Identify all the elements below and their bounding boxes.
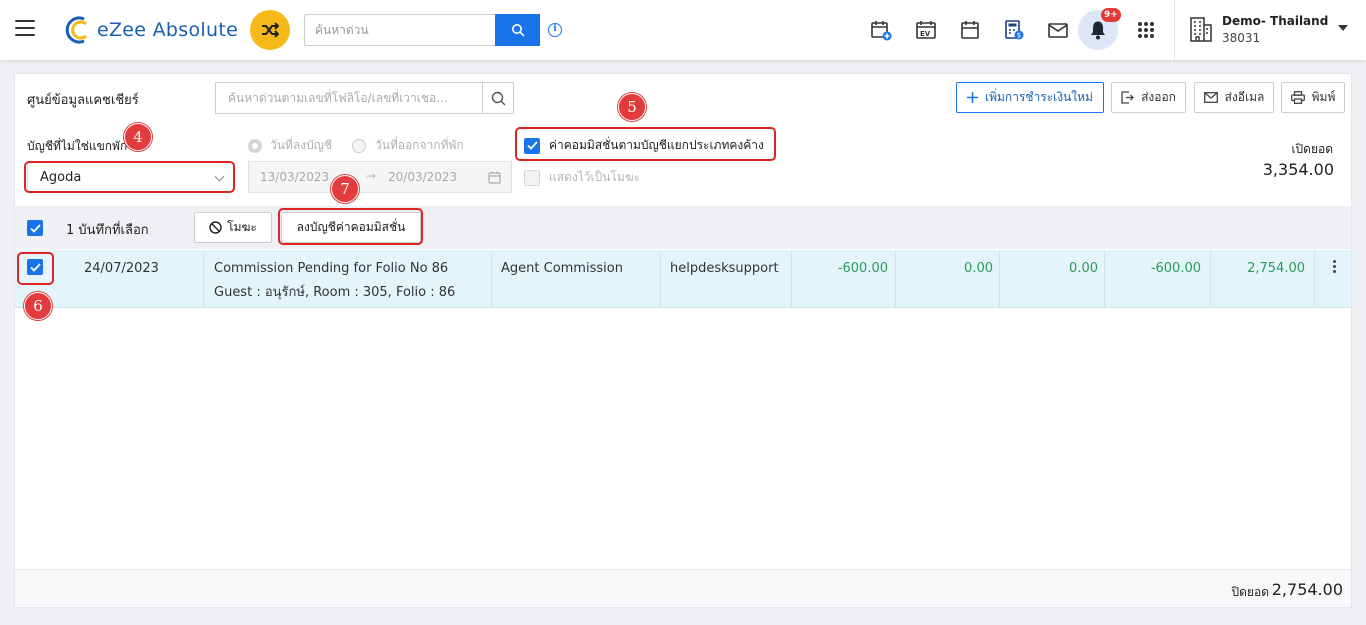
quick-search-button[interactable] [495,14,540,46]
column-divider [1104,250,1105,307]
calendar-icon[interactable] [958,18,982,42]
ban-icon [209,221,222,234]
row-date: 24/07/2023 [84,261,159,276]
highlight-commission-checkbox [515,127,776,161]
annotation-badge-4: 4 [124,123,152,151]
add-payment-label: เพิ่มการชำระเงินใหม่ [985,90,1093,104]
mail-icon[interactable] [1046,18,1070,42]
menu-icon[interactable] [15,20,35,36]
search-icon [491,91,505,105]
arrow-right-icon: → [366,169,377,183]
closing-balance-label: ปิดยอด [1231,585,1269,599]
page-title: ศูนย์ข้อมูลแคชเชียร์ [27,93,139,108]
svg-text:$: $ [1017,32,1021,40]
opening-balance-label: เปิดยอด [1291,142,1333,156]
app-logo[interactable]: eZee Absolute [64,14,238,46]
row-description: Commission Pending for Folio No 86 [214,261,449,276]
select-all-checkbox[interactable] [27,220,43,236]
annotation-badge-6: 6 [24,292,52,320]
header-divider [1174,0,1175,60]
calendar-add-icon[interactable] [869,18,893,42]
row-balance: 2,754.00 [1247,261,1305,276]
row-type: Agent Commission [501,261,623,276]
calendar-icon [488,171,501,184]
shuffle-icon [262,22,279,38]
column-divider [791,250,792,307]
radio-checkout-date[interactable]: วันที่ออกจากที่พัก [352,136,464,155]
export-button[interactable]: ส่งออก [1111,82,1186,113]
annotation-badge-7: 7 [331,175,359,203]
ezee-logo-icon [65,16,87,44]
search-icon [511,24,525,37]
selection-bar: 1 บันทึกที่เลือก โมฆะ ลงบัญชีค่าคอมมิสชั… [15,206,1351,249]
date-from: 13/03/2023 [260,170,330,184]
highlight-row-checkbox [17,252,54,285]
apps-grid-icon[interactable] [1134,18,1158,42]
quick-search-input[interactable] [304,14,496,46]
column-divider [999,250,1000,307]
hotel-selector[interactable]: Demo- Thailand 38031 [1188,12,1358,48]
printer-icon [1290,91,1305,104]
radio-checkout-date-label: วันที่ออกจากที่พัก [375,138,464,152]
highlight-post-commission [278,208,423,245]
print-button[interactable]: พิมพ์ [1281,82,1345,113]
row-amount-1: -600.00 [837,261,888,276]
date-range-picker[interactable]: 13/03/2023 → 20/03/2023 [248,161,512,193]
hotel-name: Demo- Thailand [1222,14,1329,28]
opening-balance-value: 3,354.00 [1262,160,1334,179]
export-label: ส่งออก [1141,90,1176,104]
radio-button [248,138,262,153]
checkbox-unchecked [524,169,540,186]
calendar-ev-icon[interactable]: EV [914,18,938,42]
row-amount-2: 0.00 [964,261,993,276]
top-bar: eZee Absolute i EV [0,0,1366,60]
account-label: บัญชีที่ไม่ใช่แขกพัก [27,139,128,153]
table-row[interactable]: 24/07/2023 Commission Pending for Folio … [15,250,1351,308]
building-icon [1190,17,1212,42]
print-label: พิมพ์ [1311,90,1336,104]
calculator-icon[interactable]: $ [1002,18,1026,42]
column-divider [1314,250,1315,307]
closing-balance-value: 2,754.00 [1271,580,1343,599]
more-options-icon[interactable] [1333,260,1337,275]
show-void-label: แสดงไว้เป็นโมฆะ [549,170,641,184]
void-label: โมฆะ [227,220,257,234]
shuffle-button[interactable] [250,10,290,50]
row-amount-3: 0.00 [1069,261,1098,276]
selected-count: 1 บันทึกที่เลือก [66,223,149,238]
date-to: 20/03/2023 [388,170,458,184]
void-button[interactable]: โมฆะ [194,212,272,243]
folio-search-input[interactable] [215,82,483,114]
folio-search-button[interactable] [482,82,514,114]
column-divider [660,250,661,307]
row-amount-4: -600.00 [1150,261,1201,276]
email-button[interactable]: ส่งอีเมล [1194,82,1274,113]
add-payment-button[interactable]: เพิ่มการชำระเงินใหม่ [956,82,1104,113]
export-icon [1121,91,1134,104]
row-user: helpdesksupport [670,261,779,276]
hotel-id: 38031 [1222,31,1261,45]
svg-text:EV: EV [920,30,931,38]
plus-icon [967,92,978,103]
annotation-badge-5: 5 [618,93,646,121]
chevron-down-icon [1338,25,1348,31]
email-label: ส่งอีเมล [1224,90,1265,104]
mail-icon [1203,92,1218,103]
row-guest-info: Guest : อนุรักษ์, Room : 305, Folio : 86 [214,285,456,300]
column-divider [203,250,204,307]
bell-icon [1091,21,1105,40]
highlight-account-select [24,161,235,193]
info-icon[interactable]: i [548,23,562,37]
radio-button [352,138,366,153]
notification-badge: 9+ [1101,8,1121,22]
column-divider [895,250,896,307]
radio-posting-date-label: วันที่ลงบัญชี [270,138,333,152]
column-divider [1210,250,1211,307]
show-void-checkbox[interactable]: แสดงไว้เป็นโมฆะ [524,168,640,187]
app-name: eZee Absolute [97,19,239,41]
table-footer: ปิดยอด 2,754.00 [15,569,1351,607]
column-divider [491,250,492,307]
radio-posting-date[interactable]: วันที่ลงบัญชี [248,136,332,155]
